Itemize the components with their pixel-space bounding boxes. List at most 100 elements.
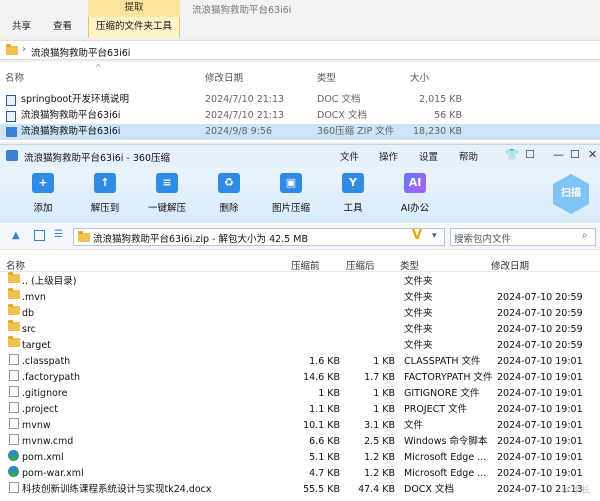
- list-view-icon[interactable]: ☰: [54, 229, 63, 240]
- compressed-size: 1 KB: [373, 404, 395, 415]
- file-name: .classpath: [22, 356, 71, 367]
- folder-icon: [78, 231, 90, 242]
- column-type[interactable]: 类型: [317, 70, 336, 84]
- file-size: 2,015 KB: [419, 94, 462, 105]
- close-button[interactable]: ✕: [588, 148, 597, 161]
- zip-window: 流浪猫狗救助平台63i6i - 360压缩 文件 操作 设置 帮助 👕 ☐ — …: [0, 144, 600, 501]
- file-type: PROJECT 文件: [404, 404, 468, 415]
- table-row[interactable]: .factorypath 14.6 KB 1.7 KB FACTORYPATH 文件 2…: [0, 370, 600, 386]
- table-row[interactable]: mvnw 10.1 KB 3.1 KB 文件 2024-07-10 19:01: [0, 418, 600, 434]
- file-date: 2024-07-10 19:01: [497, 388, 583, 399]
- column-type[interactable]: 类型: [400, 258, 419, 272]
- explorer-ribbon: 共享 查看 提取 压缩的文件夹工具 流浪猫狗救助平台63i6i: [0, 0, 600, 38]
- file-name: pom.xml: [22, 452, 64, 463]
- shirt-skin-icon[interactable]: 👕: [505, 148, 519, 161]
- dropdown-icon[interactable]: ▾: [432, 231, 437, 241]
- extract-context-label[interactable]: 提取: [88, 0, 180, 17]
- address-bar[interactable]: › 流浪猫狗救助平台63i6i: [0, 40, 600, 60]
- file-type: CLASSPATH 文件: [404, 356, 481, 367]
- file-date: 2024/7/10 21:13: [205, 110, 285, 121]
- zip-path-bar: ▲ ☰ 流浪猫狗救助平台63i6i.zip - 解包大小为 42.5 MB V …: [0, 224, 600, 250]
- table-row[interactable]: 科技创新训练课程系统设计与实现tk24.docx 55.5 KB 47.4 KB DO…: [0, 482, 600, 498]
- column-date[interactable]: 修改日期: [491, 258, 529, 272]
- table-row[interactable]: pom-war.xml 4.7 KB 1.2 KB Microsoft Edge ..…: [0, 466, 600, 482]
- menu-operation[interactable]: 操作: [379, 149, 398, 163]
- file-type: 360压缩 ZIP 文件: [317, 126, 395, 137]
- file-type: FACTORYPATH 文件: [404, 372, 493, 383]
- file-icon: [9, 418, 19, 429]
- column-name[interactable]: 名称: [6, 258, 25, 272]
- search-input[interactable]: 搜索包内文件 ⌕: [450, 228, 596, 246]
- menu-help[interactable]: 帮助: [459, 149, 478, 163]
- file-row-selected[interactable]: 流浪猫狗救助平台63i6i 2024/9/8 9:56 360压缩 ZIP 文件…: [0, 124, 600, 140]
- folder-icon: [8, 320, 20, 331]
- file-date: 2024-07-10 19:01: [497, 468, 583, 479]
- compressed-size: 1.7 KB: [364, 372, 395, 383]
- file-name: db: [22, 308, 35, 319]
- file-row[interactable]: 流浪猫狗救助平台63i6i 2024/7/10 21:13 DOCX 文档 56…: [0, 108, 600, 124]
- column-size[interactable]: 大小: [410, 70, 429, 84]
- explorer-window-title: 流浪猫狗救助平台63i6i: [192, 5, 292, 16]
- add-button[interactable]: + 添加: [17, 173, 69, 214]
- table-row[interactable]: .classpath 1.6 KB 1 KB CLASSPATH 文件 2024-07-…: [0, 354, 600, 370]
- extract-to-button[interactable]: ↑ 解压到: [79, 173, 131, 214]
- file-name: .mvn: [22, 292, 46, 303]
- scan-button[interactable]: 扫描: [553, 174, 589, 214]
- tab-share[interactable]: 共享: [12, 17, 31, 37]
- table-row[interactable]: target 文件夹 2024-07-10 20:59: [0, 336, 600, 354]
- table-row[interactable]: .mvn 文件夹 2024-07-10 20:59: [0, 288, 600, 306]
- v-icon[interactable]: V: [412, 228, 422, 243]
- image-compress-button[interactable]: ▣ 图片压缩: [265, 173, 317, 214]
- file-name: 流浪猫狗救助平台63i6i: [21, 126, 121, 137]
- file-icon: [9, 402, 19, 413]
- one-click-extract-label: 一键解压: [147, 203, 186, 214]
- table-row[interactable]: pom.xml 5.1 KB 1.2 KB Microsoft Edge ... 202…: [0, 450, 600, 466]
- table-row[interactable]: src 文件夹 2024-07-10 20:59: [0, 320, 600, 338]
- image-compress-label: 图片压缩: [271, 203, 310, 214]
- table-row[interactable]: .. (上级目录) 文件夹: [0, 272, 600, 290]
- file-date: 2024-07-10 19:01: [497, 436, 583, 447]
- tools-button[interactable]: Y 工具: [327, 173, 379, 214]
- tab-view[interactable]: 查看: [53, 17, 72, 37]
- feedback-icon[interactable]: ☐: [525, 148, 535, 161]
- file-date: 2024-07-10 20:59: [497, 292, 583, 303]
- maximize-button[interactable]: ☐: [570, 148, 580, 161]
- compressed-size: 2.5 KB: [364, 436, 395, 447]
- delete-label: 删除: [219, 203, 239, 214]
- compressed-size: 1 KB: [373, 356, 395, 367]
- file-type: GITIGNORE 文件: [404, 388, 480, 399]
- delete-button[interactable]: ♻ 删除: [203, 173, 255, 214]
- one-click-extract-button[interactable]: ≡ 一键解压: [141, 173, 193, 214]
- column-compressed[interactable]: 压缩后: [346, 258, 375, 272]
- table-row[interactable]: mvnw.cmd 6.6 KB 2.5 KB Windows 命令脚本 2024-07-…: [0, 434, 600, 450]
- table-row[interactable]: db 文件夹 2024-07-10 20:59: [0, 304, 600, 322]
- recycle-icon: ♻: [218, 173, 240, 193]
- path-field[interactable]: 流浪猫狗救助平台63i6i.zip - 解包大小为 42.5 MB V ▾: [73, 228, 445, 246]
- search-icon[interactable]: ⌕: [582, 230, 588, 241]
- file-size: 56 KB: [434, 110, 462, 121]
- file-icon: [9, 482, 19, 493]
- watermark: ⊕ 学长: [561, 486, 590, 496]
- view-toggle-icon[interactable]: [34, 230, 45, 241]
- ai-office-button[interactable]: AI AI办公: [389, 173, 441, 214]
- breadcrumb[interactable]: 流浪猫狗救助平台63i6i: [31, 45, 130, 59]
- menu-settings[interactable]: 设置: [419, 149, 438, 163]
- column-date[interactable]: 修改日期: [205, 70, 243, 84]
- compressed-size: 1.2 KB: [364, 468, 395, 479]
- edge-icon: [8, 450, 19, 461]
- file-size: 18,230 KB: [412, 126, 462, 137]
- minimize-button[interactable]: —: [553, 148, 564, 161]
- table-row[interactable]: .project 1.1 KB 1 KB PROJECT 文件 2024-07-10 1…: [0, 402, 600, 418]
- column-packed[interactable]: 压缩前: [291, 258, 320, 272]
- file-name: springboot开发环境说明: [21, 94, 129, 105]
- file-row[interactable]: springboot开发环境说明 2024/7/10 21:13 DOC 文档 …: [0, 92, 600, 108]
- column-name[interactable]: 名称: [5, 70, 24, 84]
- table-row[interactable]: .gitignore 1 KB 1 KB GITIGNORE 文件 2024-07-10…: [0, 386, 600, 402]
- doc-file-icon: [6, 95, 16, 106]
- ai-office-label: AI办公: [400, 203, 430, 214]
- zip-title-bar: 流浪猫狗救助平台63i6i - 360压缩 文件 操作 设置 帮助 👕 ☐ — …: [0, 145, 600, 167]
- add-icon: +: [32, 173, 54, 193]
- tab-compressed-folder-tools[interactable]: 压缩的文件夹工具: [88, 17, 180, 38]
- up-arrow-icon[interactable]: ▲: [12, 230, 20, 241]
- menu-file[interactable]: 文件: [340, 149, 359, 163]
